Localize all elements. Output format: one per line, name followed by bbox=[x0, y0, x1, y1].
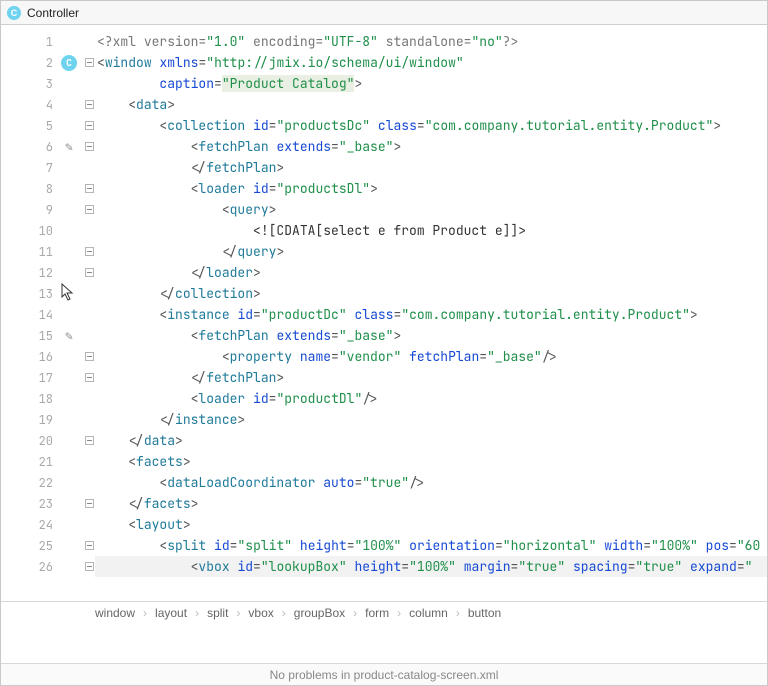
line-number: 19 bbox=[1, 409, 83, 430]
line-number: 25 bbox=[1, 535, 83, 556]
fold-toggle-icon[interactable] bbox=[85, 100, 94, 109]
line-number: 26 bbox=[1, 556, 83, 577]
code-line[interactable]: <split id="split" height="100%" orientat… bbox=[95, 535, 767, 556]
fold-toggle-icon[interactable] bbox=[85, 121, 94, 130]
breadcrumb-item[interactable]: form bbox=[365, 606, 389, 620]
code-line[interactable]: caption="Product Catalog"> bbox=[95, 73, 767, 94]
line-number: 23 bbox=[1, 493, 83, 514]
line-number: 1 bbox=[1, 31, 83, 52]
breadcrumb-separator-icon: › bbox=[195, 606, 199, 620]
breadcrumb-separator-icon: › bbox=[353, 606, 357, 620]
code-line[interactable]: <fetchPlan extends="_base"> bbox=[95, 136, 767, 157]
line-number: 6✎ bbox=[1, 136, 83, 157]
breadcrumb-item[interactable]: column bbox=[409, 606, 448, 620]
line-number: 4 bbox=[1, 94, 83, 115]
code-line[interactable]: <![CDATA[select e from Product e]]> bbox=[95, 220, 767, 241]
code-line[interactable]: </fetchPlan> bbox=[95, 367, 767, 388]
code-line[interactable]: </loader> bbox=[95, 262, 767, 283]
code-content[interactable]: <?xml version="1.0" encoding="UTF-8" sta… bbox=[95, 25, 767, 601]
line-number: 16 bbox=[1, 346, 83, 367]
line-number: 10 bbox=[1, 220, 83, 241]
line-number: 9 bbox=[1, 199, 83, 220]
fold-toggle-icon[interactable] bbox=[85, 436, 94, 445]
line-number: 20 bbox=[1, 430, 83, 451]
controller-tab-label[interactable]: Controller bbox=[27, 6, 79, 20]
line-number: 15✎ bbox=[1, 325, 83, 346]
code-line[interactable]: </facets> bbox=[95, 493, 767, 514]
line-number: 24 bbox=[1, 514, 83, 535]
breadcrumb-bar: window › layout › split › vbox › groupBox › form › c… bbox=[1, 601, 767, 623]
line-number: 14 bbox=[1, 304, 83, 325]
line-number: 2C bbox=[1, 52, 83, 73]
code-line[interactable]: </data> bbox=[95, 430, 767, 451]
code-line[interactable]: <facets> bbox=[95, 451, 767, 472]
fold-column[interactable] bbox=[83, 25, 95, 601]
fold-toggle-icon[interactable] bbox=[85, 142, 94, 151]
line-number: 5 bbox=[1, 115, 83, 136]
code-line[interactable]: </collection> bbox=[95, 283, 767, 304]
code-line[interactable]: <dataLoadCoordinator auto="true"/> bbox=[95, 472, 767, 493]
breadcrumb-item[interactable]: button bbox=[468, 606, 501, 620]
fold-toggle-icon[interactable] bbox=[85, 205, 94, 214]
tab-bar: C Controller bbox=[1, 1, 767, 25]
line-number: 22 bbox=[1, 472, 83, 493]
fold-toggle-icon[interactable] bbox=[85, 562, 94, 571]
code-editor[interactable]: 12C3456✎789101112131415✎1617181920212223… bbox=[1, 25, 767, 601]
breadcrumb-item[interactable]: groupBox bbox=[294, 606, 345, 620]
code-line[interactable]: </fetchPlan> bbox=[95, 157, 767, 178]
code-line[interactable]: <instance id="productDc" class="com.comp… bbox=[95, 304, 767, 325]
line-number: 13 bbox=[1, 283, 83, 304]
code-line[interactable]: <?xml version="1.0" encoding="UTF-8" sta… bbox=[95, 31, 767, 52]
status-text: No problems in product-catalog-screen.xm… bbox=[270, 668, 499, 682]
breadcrumb-separator-icon: › bbox=[282, 606, 286, 620]
code-line[interactable]: <window xmlns="http://jmix.io/schema/ui/… bbox=[95, 52, 767, 73]
breadcrumb-item[interactable]: vbox bbox=[248, 606, 273, 620]
edit-marker-icon[interactable]: ✎ bbox=[61, 139, 77, 155]
line-number: 8 bbox=[1, 178, 83, 199]
code-line[interactable]: <fetchPlan extends="_base"> bbox=[95, 325, 767, 346]
status-bar: No problems in product-catalog-screen.xm… bbox=[1, 663, 767, 685]
controller-tab-icon: C bbox=[7, 6, 21, 20]
code-line[interactable]: <collection id="productsDc" class="com.c… bbox=[95, 115, 767, 136]
code-line[interactable]: <data> bbox=[95, 94, 767, 115]
line-number: 12 bbox=[1, 262, 83, 283]
line-number: 7 bbox=[1, 157, 83, 178]
line-number: 17 bbox=[1, 367, 83, 388]
breadcrumb-separator-icon: › bbox=[143, 606, 147, 620]
fold-toggle-icon[interactable] bbox=[85, 352, 94, 361]
line-number: 11 bbox=[1, 241, 83, 262]
code-line[interactable]: <vbox id="lookupBox" height="100%" margi… bbox=[95, 556, 767, 577]
code-line[interactable]: <loader id="productDl"/> bbox=[95, 388, 767, 409]
fold-toggle-icon[interactable] bbox=[85, 247, 94, 256]
line-number: 21 bbox=[1, 451, 83, 472]
breadcrumb-item[interactable]: split bbox=[207, 606, 228, 620]
controller-marker-icon[interactable]: C bbox=[61, 55, 77, 71]
fold-toggle-icon[interactable] bbox=[85, 541, 94, 550]
breadcrumb-item[interactable]: window bbox=[95, 606, 135, 620]
code-line[interactable]: </query> bbox=[95, 241, 767, 262]
code-line[interactable]: </instance> bbox=[95, 409, 767, 430]
fold-toggle-icon[interactable] bbox=[85, 268, 94, 277]
breadcrumb-separator-icon: › bbox=[456, 606, 460, 620]
code-line[interactable]: <property name="vendor" fetchPlan="_base… bbox=[95, 346, 767, 367]
fold-toggle-icon[interactable] bbox=[85, 373, 94, 382]
fold-toggle-icon[interactable] bbox=[85, 499, 94, 508]
breadcrumb-separator-icon: › bbox=[236, 606, 240, 620]
breadcrumb-item[interactable]: layout bbox=[155, 606, 187, 620]
breadcrumb-separator-icon: › bbox=[397, 606, 401, 620]
line-number: 3 bbox=[1, 73, 83, 94]
line-number: 18 bbox=[1, 388, 83, 409]
code-line[interactable]: <query> bbox=[95, 199, 767, 220]
line-number-gutter: 12C3456✎789101112131415✎1617181920212223… bbox=[1, 25, 83, 601]
edit-marker-icon[interactable]: ✎ bbox=[61, 328, 77, 344]
fold-toggle-icon[interactable] bbox=[85, 184, 94, 193]
code-line[interactable]: <layout> bbox=[95, 514, 767, 535]
code-line[interactable]: <loader id="productsDl"> bbox=[95, 178, 767, 199]
fold-toggle-icon[interactable] bbox=[85, 58, 94, 67]
